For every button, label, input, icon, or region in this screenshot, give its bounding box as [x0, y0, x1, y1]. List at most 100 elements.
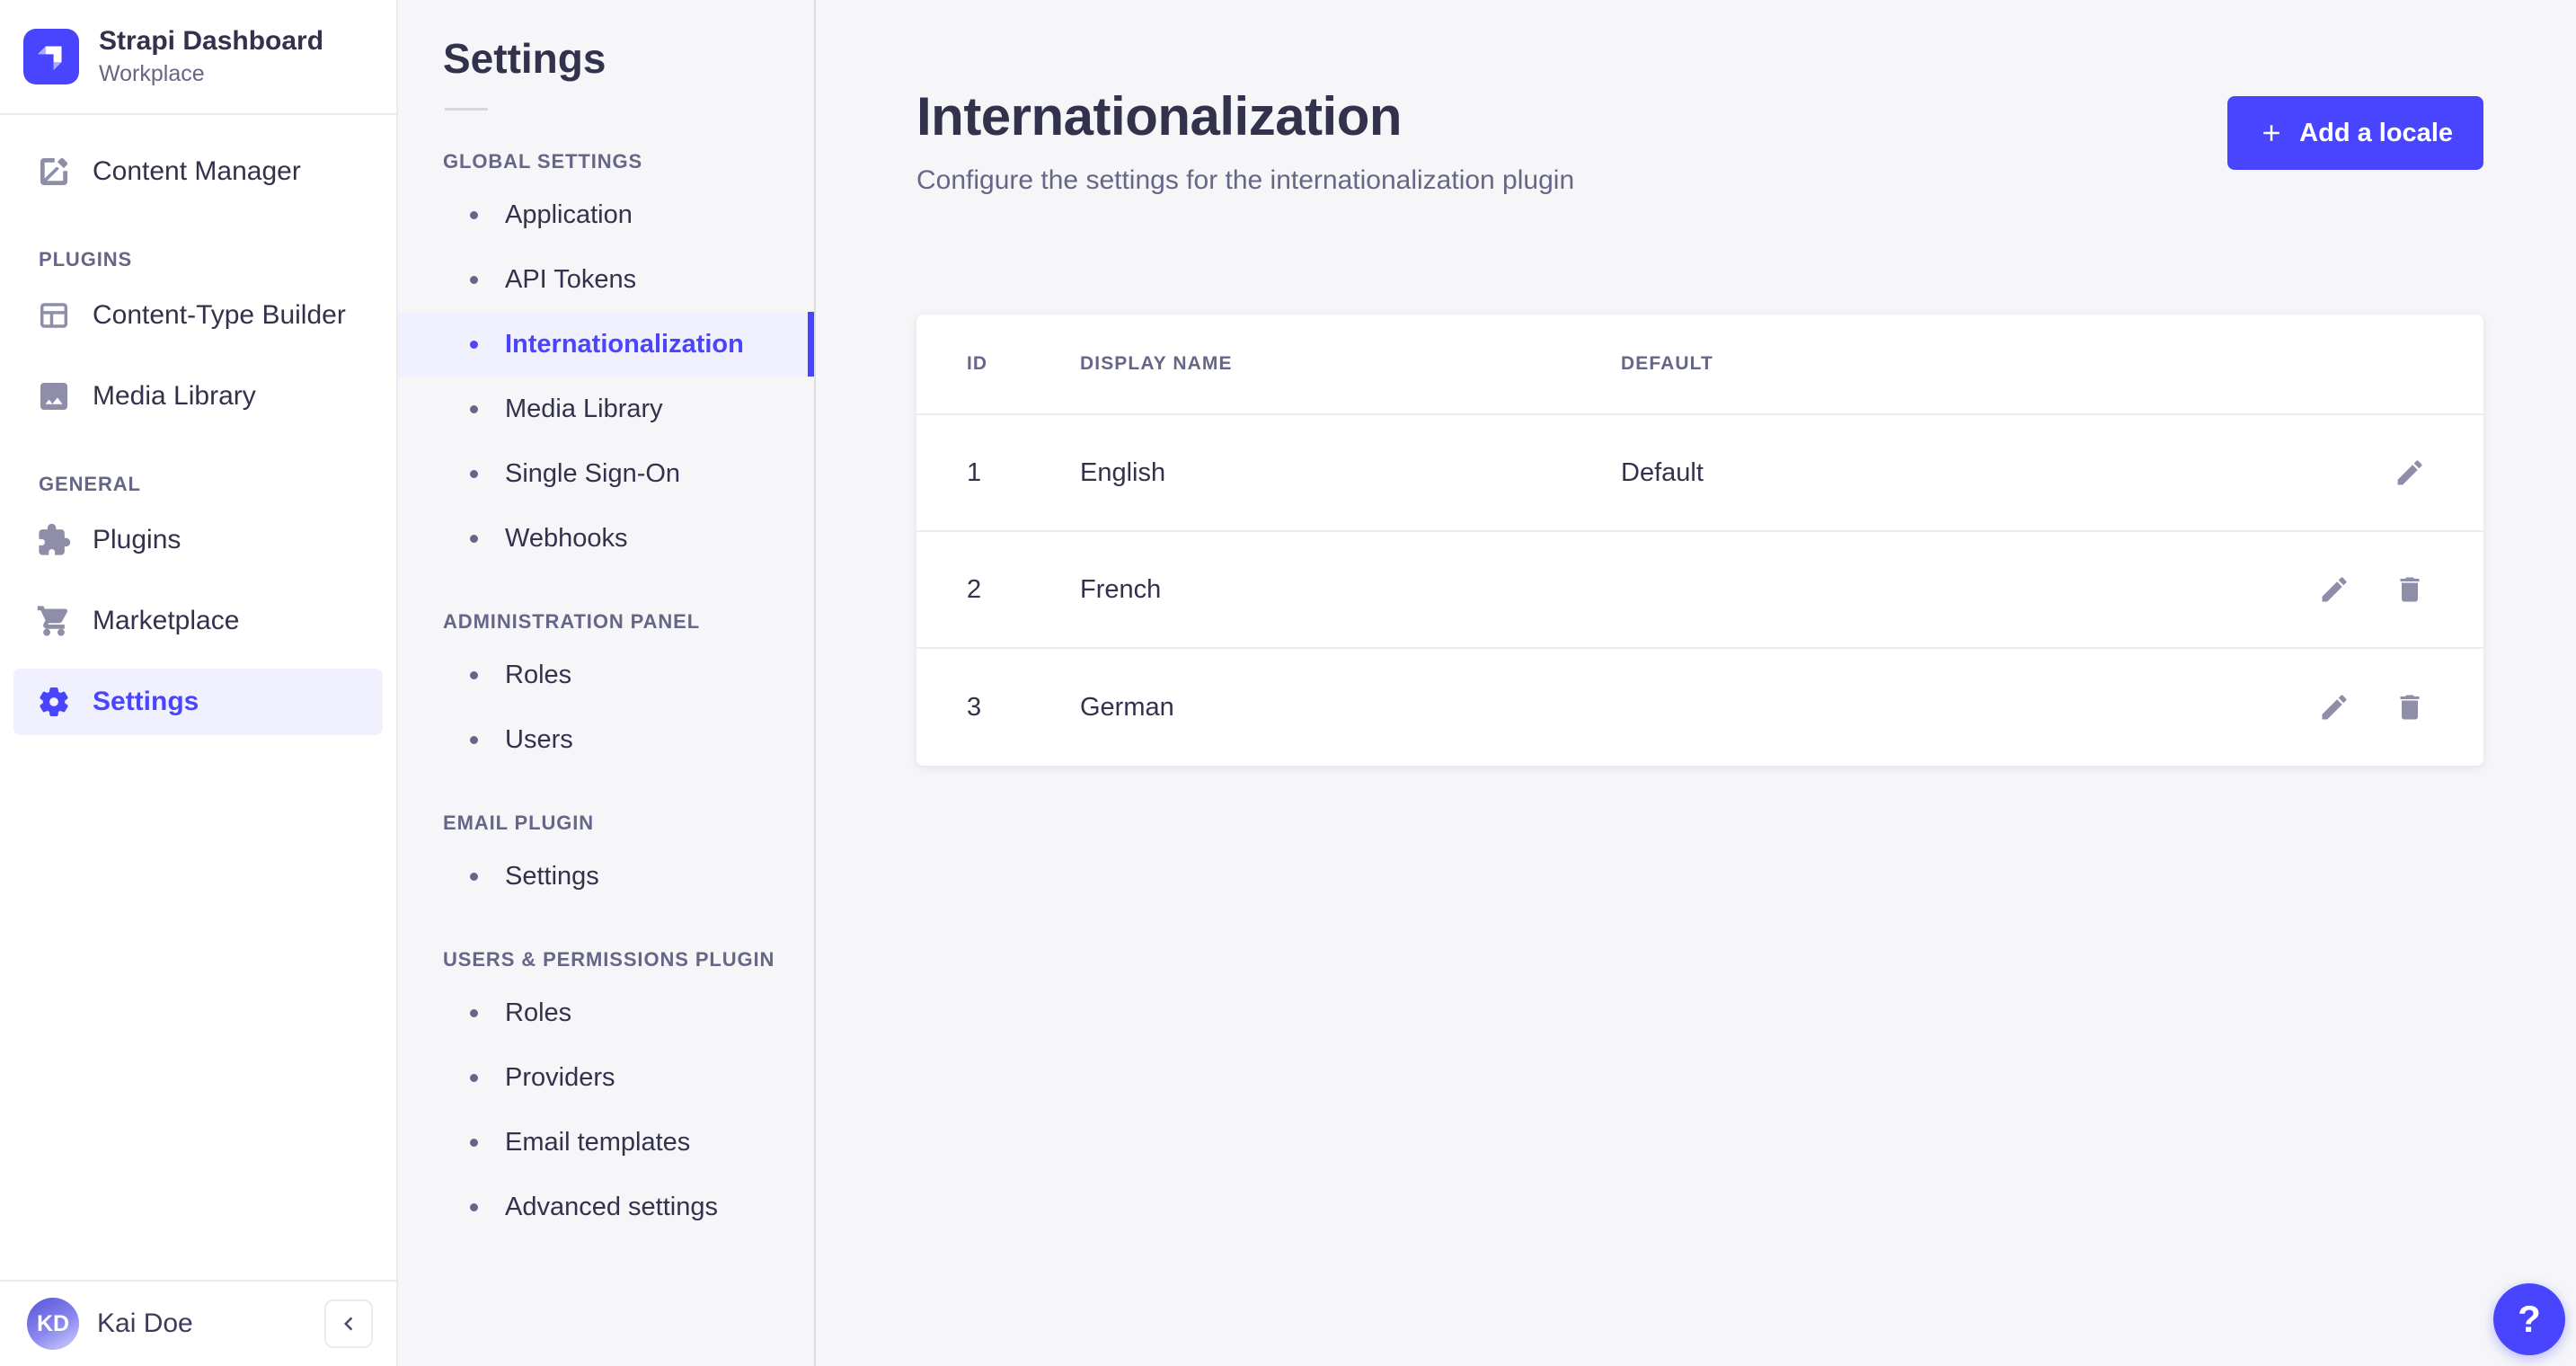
subnav-item-users-permissions-plugin-roles[interactable]: Roles	[398, 980, 814, 1045]
subnav-item-users-permissions-plugin-advanced-settings[interactable]: Advanced settings	[398, 1175, 814, 1239]
locale-id-cell: 2	[967, 574, 982, 604]
subnav-item-global-settings-api-tokens[interactable]: API Tokens	[398, 247, 814, 312]
chevron-left-icon	[335, 1310, 362, 1337]
main-sidebar: Strapi Dashboard Workplace Content Manag…	[0, 0, 398, 1366]
locale-name-cell: German	[1080, 692, 1174, 722]
bullet-dot-icon	[470, 1202, 478, 1211]
locale-row-german[interactable]: 3 German	[916, 649, 2483, 766]
cart-icon	[37, 604, 71, 638]
sidebar-item-label: Settings	[93, 687, 199, 716]
bullet-dot-icon	[470, 1073, 478, 1082]
subnav-section-label-global-settings: GLOBAL SETTINGS	[443, 150, 643, 173]
locale-default-cell: Default	[1621, 457, 1704, 487]
locales-table-card: ID DISPLAY NAME DEFAULT 1 English Default 2…	[916, 315, 2483, 766]
bullet-dot-icon	[470, 1138, 478, 1147]
subnav-item-administration-panel-users[interactable]: Users	[398, 707, 814, 772]
page-header-text: Internationalization Configure the setti…	[916, 86, 1574, 196]
locale-name-cell: French	[1080, 574, 1162, 604]
question-mark-icon: ?	[2518, 1298, 2541, 1340]
subnav-item-global-settings-internationalization[interactable]: Internationalization	[398, 312, 814, 377]
sidebar-item-label: Media Library	[93, 381, 256, 411]
sidebar-item-marketplace[interactable]: Marketplace	[13, 588, 383, 654]
sidebar-item-label: Plugins	[93, 525, 181, 554]
sidebar-item-content-manager[interactable]: Content Manager	[13, 138, 383, 205]
workspace-text: Strapi Dashboard Workplace	[99, 26, 323, 88]
layout-icon	[37, 298, 71, 333]
gear-icon	[37, 685, 71, 719]
subnav-item-label: Media Library	[505, 394, 663, 423]
subnav-item-global-settings-application[interactable]: Application	[398, 182, 814, 247]
bullet-dot-icon	[470, 275, 478, 284]
bullet-dot-icon	[470, 1008, 478, 1017]
subnav-item-label: Providers	[505, 1062, 615, 1092]
strapi-logo-icon	[23, 29, 79, 84]
locale-row-french[interactable]: 2 French	[916, 532, 2483, 649]
page-title: Internationalization	[916, 86, 1403, 146]
sidebar-item-plugins[interactable]: Plugins	[13, 507, 383, 573]
subnav-item-label: Settings	[505, 861, 599, 891]
delete-icon	[2394, 691, 2426, 723]
help-button[interactable]: ?	[2493, 1283, 2565, 1355]
sidebar-footer: KD Kai Doe	[0, 1280, 396, 1366]
subnav-item-label: Roles	[505, 998, 572, 1027]
subnav-item-global-settings-single-sign-on[interactable]: Single Sign-On	[398, 441, 814, 506]
subnav-item-label: Webhooks	[505, 523, 628, 553]
delete-locale-button[interactable]	[2392, 689, 2428, 725]
subnav-title: Settings	[443, 35, 606, 82]
sidebar-item-settings[interactable]: Settings	[13, 669, 383, 735]
locale-id-cell: 1	[967, 457, 982, 487]
subnav-item-label: API Tokens	[505, 264, 637, 294]
sidebar-item-label: Content Manager	[93, 156, 301, 186]
edit-icon	[2318, 691, 2350, 723]
subnav-item-users-permissions-plugin-providers[interactable]: Providers	[398, 1045, 814, 1110]
subnav-section-label-email-plugin: EMAIL PLUGIN	[443, 812, 595, 834]
subnav-item-label: Application	[505, 200, 633, 229]
write-icon	[37, 155, 71, 189]
edit-locale-button[interactable]	[2316, 689, 2352, 725]
sidebar-navigation: Content Manager PLUGINS Content-Type Build…	[0, 115, 396, 735]
subnav-sections: GLOBAL SETTINGS Application API Tokens Inte…	[398, 150, 814, 1239]
image-icon	[37, 379, 71, 413]
strapi-admin-app: Strapi Dashboard Workplace Content Manag…	[0, 0, 2576, 1366]
subnav-item-label: Email templates	[505, 1127, 691, 1157]
table-body: 1 English Default 2 French 3 German	[916, 415, 2483, 766]
workspace-brand[interactable]: Strapi Dashboard Workplace	[0, 0, 396, 115]
subnav-item-label: Users	[505, 724, 573, 754]
edit-locale-button[interactable]	[2316, 572, 2352, 608]
bullet-dot-icon	[470, 670, 478, 679]
subnav-item-administration-panel-roles[interactable]: Roles	[398, 643, 814, 707]
main-content: Internationalization Configure the setti…	[816, 0, 2576, 1366]
sidebar-item-media-library[interactable]: Media Library	[13, 363, 383, 430]
edit-icon	[2318, 573, 2350, 606]
user-name: Kai Doe	[97, 1308, 193, 1338]
bullet-dot-icon	[470, 404, 478, 413]
collapse-sidebar-button[interactable]	[324, 1299, 373, 1348]
sidebar-section-label-plugins: PLUGINS	[39, 248, 133, 271]
bullet-dot-icon	[470, 872, 478, 881]
column-header-id: ID	[967, 353, 988, 374]
sidebar-item-content-type-builder[interactable]: Content-Type Builder	[13, 282, 383, 349]
subnav-item-email-plugin-settings[interactable]: Settings	[398, 844, 814, 909]
subnav-item-label: Internationalization	[505, 329, 744, 359]
column-header-display-name: DISPLAY NAME	[1080, 353, 1233, 374]
edit-locale-button[interactable]	[2392, 455, 2428, 491]
subnav-item-label: Advanced settings	[505, 1192, 718, 1221]
row-actions	[2293, 689, 2428, 725]
locale-row-english[interactable]: 1 English Default	[916, 415, 2483, 532]
delete-icon	[2394, 573, 2426, 606]
subnav-item-label: Roles	[505, 660, 572, 689]
subnav-item-global-settings-webhooks[interactable]: Webhooks	[398, 506, 814, 571]
page-subtitle: Configure the settings for the internati…	[916, 165, 1575, 195]
add-locale-button[interactable]: Add a locale	[2227, 96, 2483, 170]
subnav-divider	[445, 108, 488, 111]
subnav-section-label-users-permissions-plugin: USERS & PERMISSIONS PLUGIN	[443, 948, 775, 971]
sidebar-item-label: Marketplace	[93, 606, 240, 635]
avatar[interactable]: KD	[27, 1298, 79, 1350]
delete-locale-button[interactable]	[2392, 572, 2428, 608]
subnav-item-users-permissions-plugin-email-templates[interactable]: Email templates	[398, 1110, 814, 1175]
subnav-item-global-settings-media-library[interactable]: Media Library	[398, 377, 814, 441]
bullet-dot-icon	[470, 469, 478, 478]
locale-name-cell: English	[1080, 457, 1166, 487]
bullet-dot-icon	[470, 735, 478, 744]
sidebar-section-label-general: GENERAL	[39, 473, 141, 495]
